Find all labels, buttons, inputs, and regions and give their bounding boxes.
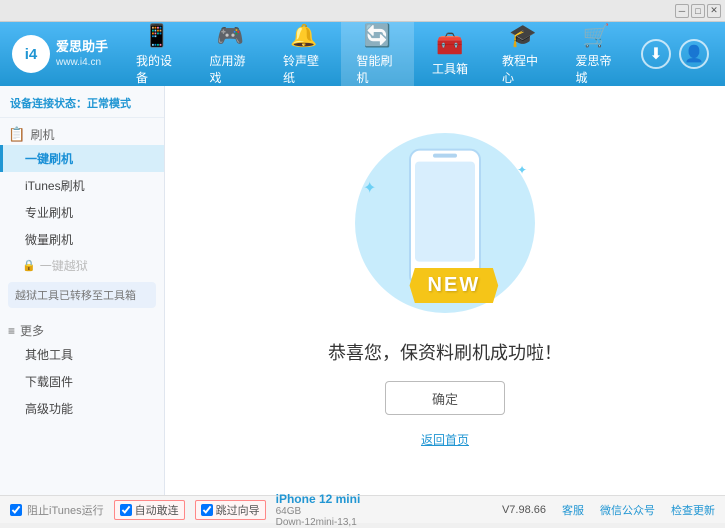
smart-flash-nav-icon: 🔄 [364,23,391,49]
sidebar-item-micro-flash[interactable]: 微量刷机 [0,226,164,253]
main-layout: 设备连接状态：正常模式 📋 刷机 一键刷机 iTunes刷机 专业刷机 微量刷机… [0,86,725,495]
maximize-button[interactable]: □ [691,4,705,18]
my-device-nav-icon: 📱 [143,23,170,49]
version-label: V7.98.66 [502,504,546,516]
tutorials-nav-icon: 🎓 [509,23,536,49]
logo-text: 爱思助手 www.i4.cn [56,38,108,70]
bottom-checkboxes: 自动敢连 跳过向导 [114,500,266,520]
section-title-more: ≡ 更多 [0,316,164,341]
jailbreak-info-box: 越狱工具已转移至工具箱 [8,282,156,308]
toolbox-nav-label: 工具箱 [432,60,468,77]
sifu-store-nav-icon: 🛒 [583,23,610,49]
apps-games-nav-label: 应用游戏 [210,52,252,86]
sidebar-item-one-key-flash[interactable]: 一键刷机 [0,145,164,172]
sidebar-item-jailbreak: 🔒 一键越狱 [0,253,164,278]
sidebar-item-itunes-flash[interactable]: iTunes刷机 [0,172,164,199]
title-bar: ─ □ ✕ [0,0,725,22]
device-info: iPhone 12 mini 64GB Down-12mini-13,1 [276,492,361,528]
toolbox-nav-icon: 🧰 [436,31,463,57]
star-right-icon: ✦ [517,163,527,177]
itunes-status: 阻止iTunes运行 [10,502,104,518]
device-detail: Down-12mini-13,1 [276,517,361,528]
sifu-store-nav-label: 爱思帝城 [576,52,618,86]
nav-item-apps-games[interactable]: 🎮 应用游戏 [194,22,268,86]
new-badge: NEW [410,268,499,303]
more-section-icon: ≡ [8,324,15,338]
smart-flash-nav-label: 智能刷机 [357,52,399,86]
ringtones-nav-label: 铃声壁纸 [283,52,325,86]
itunes-stop-checkbox[interactable] [10,504,22,516]
my-device-nav-label: 我的设备 [136,52,178,86]
logo-icon: i4 [12,35,50,73]
check-update-link[interactable]: 检查更新 [671,502,715,518]
nav-items: 📱 我的设备 🎮 应用游戏 🔔 铃声壁纸 🔄 智能刷机 🧰 工具箱 🎓 教程中心 🛒 爱思帝城 [120,22,633,86]
lock-icon: 🔒 [22,259,36,272]
phone-illustration: ✦ ✦ NEW [335,123,555,323]
sidebar-item-advanced[interactable]: 高级功能 [0,395,164,422]
wechat-link[interactable]: 微信公众号 [600,502,655,518]
back-link[interactable]: 返回首页 [421,431,469,448]
nav-bar: i4 爱思助手 www.i4.cn 📱 我的设备 🎮 应用游戏 🔔 铃声壁纸 🔄 智能刷机 🧰 工… [0,22,725,86]
auto-connect-checkbox[interactable]: 自动敢连 [114,500,185,520]
download-button[interactable]: ⬇ [641,39,671,69]
sidebar-item-other-tools[interactable]: 其他工具 [0,341,164,368]
nav-item-smart-flash[interactable]: 🔄 智能刷机 [341,22,415,86]
bottom-bar: 阻止iTunes运行 自动敢连 跳过向导 iPhone 12 mini 64GB… [0,495,725,523]
nav-item-toolbox[interactable]: 🧰 工具箱 [414,22,486,86]
user-button[interactable]: 👤 [679,39,709,69]
sidebar-item-pro-flash[interactable]: 专业刷机 [0,199,164,226]
bottom-right-links: V7.98.66 客服 微信公众号 检查更新 [502,502,715,518]
skip-wizard-checkbox[interactable]: 跳过向导 [195,500,266,520]
section-title-flash: 📋 刷机 [0,122,164,145]
nav-item-ringtones[interactable]: 🔔 铃声壁纸 [267,22,341,86]
content-area: ✦ ✦ NEW 恭喜您，保资料刷机成功啦！ [165,86,725,495]
customer-service-link[interactable]: 客服 [562,502,584,518]
nav-item-sifu-store[interactable]: 🛒 爱思帝城 [560,22,634,86]
apps-games-nav-icon: 🎮 [217,23,244,49]
content-inner: ✦ ✦ NEW 恭喜您，保资料刷机成功啦！ [328,123,562,448]
flash-section-icon: 📋 [8,126,25,143]
congrats-text: 恭喜您，保资料刷机成功啦！ [328,339,562,365]
confirm-button[interactable]: 确定 [385,381,505,415]
app-logo: i4 爱思助手 www.i4.cn [8,22,120,86]
sidebar: 设备连接状态：正常模式 📋 刷机 一键刷机 iTunes刷机 专业刷机 微量刷机… [0,86,165,495]
status-bar: 设备连接状态：正常模式 [0,90,164,118]
nav-item-tutorials[interactable]: 🎓 教程中心 [486,22,560,86]
ringtones-nav-icon: 🔔 [290,23,317,49]
star-left-icon: ✦ [363,178,376,198]
device-storage: 64GB [276,506,361,517]
minimize-button[interactable]: ─ [675,4,689,18]
nav-right-actions: ⬇ 👤 [633,22,717,86]
close-button[interactable]: ✕ [707,4,721,18]
nav-item-my-device[interactable]: 📱 我的设备 [120,22,194,86]
tutorials-nav-label: 教程中心 [502,52,544,86]
device-name: iPhone 12 mini [276,492,361,506]
sidebar-item-download-firmware[interactable]: 下载固件 [0,368,164,395]
